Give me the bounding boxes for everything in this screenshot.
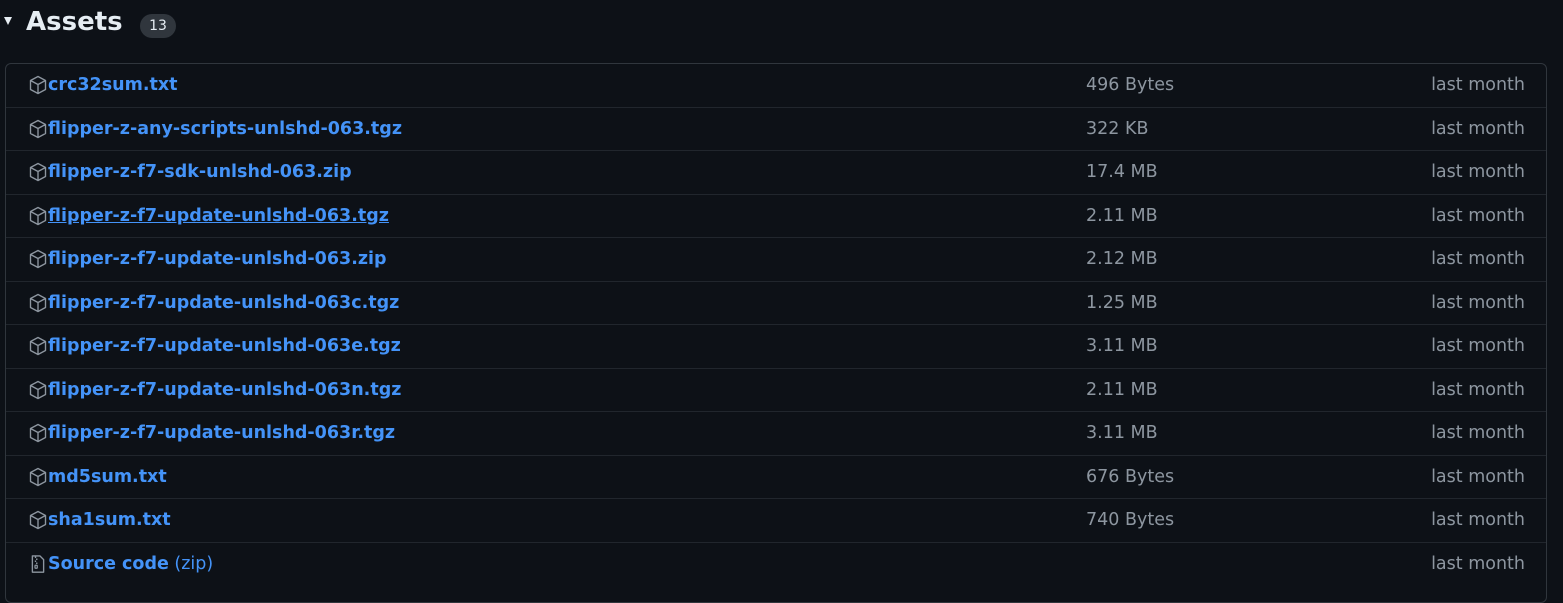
caret-down-icon[interactable] [4,17,12,25]
asset-link[interactable]: flipper-z-f7-update-unlshd-063.zip [48,238,387,281]
asset-list: crc32sum.txt 496 Bytes last month flipper-z… [5,63,1547,603]
asset-size: 740 Bytes [1086,510,1175,530]
asset-row: flipper-z-f7-update-unlshd-063c.tgz 1.25 … [6,282,1546,325]
package-icon [28,119,48,139]
package-icon [28,467,48,487]
asset-name: crc32sum.txt [48,75,178,95]
asset-size: 2.12 MB [1086,249,1158,269]
asset-timestamp: last month [1431,162,1525,182]
asset-name: sha1sum.txt [48,510,171,530]
asset-row: sha1sum.txt 740 Bytes last month [6,499,1546,543]
asset-timestamp: last month [1431,75,1525,95]
asset-size: 496 Bytes [1086,75,1175,95]
asset-row: flipper-z-any-scripts-unlshd-063.tgz 322 … [6,108,1546,151]
asset-size: 3.11 MB [1086,423,1158,443]
asset-timestamp: last month [1431,379,1525,400]
asset-link[interactable]: Source code (zip) [48,543,213,586]
asset-size: 2.11 MB [1086,205,1158,226]
assets-title[interactable]: Assets [26,4,123,40]
asset-link[interactable]: flipper-z-f7-update-unlshd-063n.tgz [48,369,401,412]
asset-name: flipper-z-f7-sdk-unlshd-063.zip [48,162,352,182]
asset-size: 2.11 MB [1086,379,1158,400]
asset-name-suffix: (zip) [168,553,214,574]
asset-row: md5sum.txt 676 Bytes last month [6,456,1546,499]
asset-timestamp: last month [1431,466,1525,487]
asset-timestamp: last month [1431,249,1525,269]
asset-name: md5sum.txt [48,466,167,487]
asset-row: Source code (zip) last month [6,543,1546,587]
asset-row: crc32sum.txt 496 Bytes last month [6,64,1546,108]
asset-size: 3.11 MB [1086,336,1158,356]
asset-row: flipper-z-f7-sdk-unlshd-063.zip 17.4 MB la… [6,151,1546,195]
asset-name: flipper-z-f7-update-unlshd-063.tgz [48,205,389,226]
asset-name: Source code [48,553,169,574]
asset-link[interactable]: flipper-z-f7-update-unlshd-063c.tgz [48,282,399,325]
asset-timestamp: last month [1431,423,1525,443]
package-icon [28,249,48,269]
asset-timestamp: last month [1431,553,1525,574]
asset-link[interactable]: flipper-z-f7-update-unlshd-063r.tgz [48,412,395,455]
asset-row: flipper-z-f7-update-unlshd-063e.tgz 3.11 … [6,325,1546,369]
asset-timestamp: last month [1431,292,1525,313]
asset-name: flipper-z-f7-update-unlshd-063.zip [48,249,387,269]
asset-link[interactable]: sha1sum.txt [48,499,171,542]
assets-count-badge: 13 [140,14,176,38]
asset-timestamp: last month [1431,510,1525,530]
asset-link[interactable]: md5sum.txt [48,456,167,499]
asset-link[interactable]: flipper-z-any-scripts-unlshd-063.tgz [48,108,402,151]
asset-link[interactable]: crc32sum.txt [48,64,178,107]
asset-timestamp: last month [1431,118,1525,139]
asset-name: flipper-z-f7-update-unlshd-063n.tgz [48,379,402,400]
package-icon [28,336,48,356]
package-icon [28,510,48,530]
asset-size: 17.4 MB [1086,162,1158,182]
asset-link[interactable]: flipper-z-f7-sdk-unlshd-063.zip [48,151,352,194]
package-icon [28,293,48,313]
asset-link[interactable]: flipper-z-f7-update-unlshd-063.tgz [48,195,389,238]
asset-size: 322 KB [1086,118,1149,139]
asset-name: flipper-z-any-scripts-unlshd-063.tgz [48,118,402,139]
asset-timestamp: last month [1431,205,1525,226]
asset-name: flipper-z-f7-update-unlshd-063r.tgz [48,423,396,443]
package-icon [28,423,48,443]
asset-size: 1.25 MB [1086,292,1158,313]
asset-link[interactable]: flipper-z-f7-update-unlshd-063e.tgz [48,325,401,368]
package-icon [28,380,48,400]
package-icon [28,162,48,182]
file-zip-icon [28,554,48,574]
asset-row: flipper-z-f7-update-unlshd-063r.tgz 3.11 … [6,412,1546,456]
asset-row: flipper-z-f7-update-unlshd-063n.tgz 2.11 … [6,369,1546,412]
package-icon [28,206,48,226]
asset-size: 676 Bytes [1086,466,1175,487]
asset-name: flipper-z-f7-update-unlshd-063e.tgz [48,336,401,356]
asset-row: flipper-z-f7-update-unlshd-063.zip 2.12 M… [6,238,1546,282]
asset-timestamp: last month [1431,336,1525,356]
package-icon [28,75,48,95]
asset-row: flipper-z-f7-update-unlshd-063.tgz 2.11 M… [6,195,1546,238]
asset-name: flipper-z-f7-update-unlshd-063c.tgz [48,292,400,313]
